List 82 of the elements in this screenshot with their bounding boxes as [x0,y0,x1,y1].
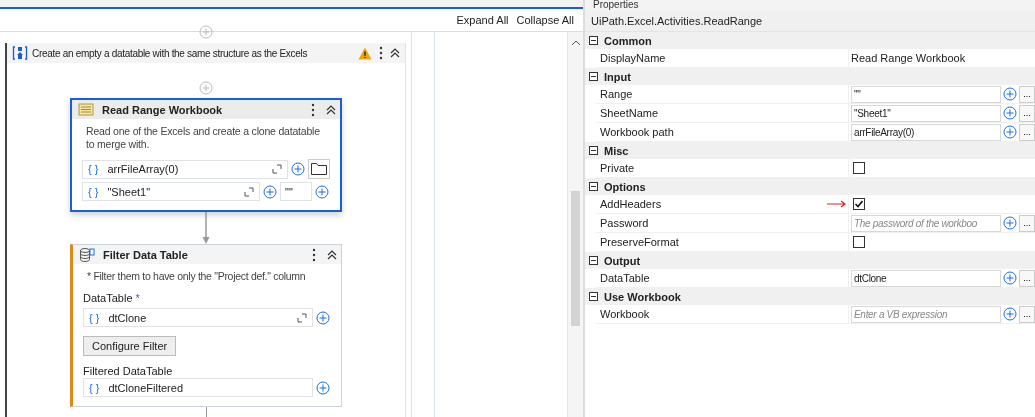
connector-arrow [202,212,210,244]
property-value: Read Range Workbook [851,52,966,64]
more-options-icon[interactable] [312,247,316,262]
browse-button[interactable]: ... [1019,214,1035,232]
collapse-toggle-icon[interactable] [589,256,598,265]
category-label: Output [604,254,641,267]
collapse-icon[interactable] [327,249,337,260]
expression-field[interactable]: "" [280,182,312,201]
toolbar-button[interactable]: Expand All [453,14,512,26]
add-variable-icon[interactable] [263,184,277,199]
spreadsheet-icon [78,102,94,117]
category-label: Common [604,34,652,47]
more-options-icon[interactable] [311,102,315,117]
add-variable-icon[interactable] [315,184,329,199]
activity-title: Read Range Workbook [102,103,224,116]
sequence-title: Create an empty a datatable with the same structure as the Excels [32,47,309,59]
collapse-toggle-icon[interactable] [589,72,598,81]
toolbar-button[interactable]: Collapse All [513,14,577,26]
browse-button[interactable]: ... [1019,123,1035,141]
property-field[interactable]: The password of the workboo [851,214,1001,232]
add-variable-icon[interactable] [1003,216,1017,230]
expression-field[interactable]: { } dtClone [83,308,313,327]
property-field[interactable]: dtClone [851,269,1001,287]
activity-annotation: * Filter them to have only the "Project def." column [86,270,307,282]
required-mark: * [135,292,140,304]
activity-type: UiPath.Excel.Activities.ReadRange [585,11,1035,32]
property-label: Range [600,88,633,100]
category-label: Input [604,70,631,83]
scroll-up-icon[interactable] [570,40,581,46]
property-label: Private [600,162,635,174]
checkbox[interactable] [853,162,865,174]
collapse-toggle-icon[interactable] [589,182,598,191]
property-field[interactable]: Enter a VB expression [851,305,1001,323]
sequence-icon [12,45,28,61]
activity-annotation: Read one of the Excels and create a clone datatable to merge with. [85,125,321,151]
property-label: Workbook [600,308,650,320]
property-field[interactable]: arrFileArray(0) [851,123,1001,141]
browse-button[interactable]: ... [1019,305,1035,323]
collapse-toggle-icon[interactable] [589,292,598,301]
add-variable-icon[interactable] [1003,271,1017,285]
collapse-icon[interactable] [326,104,336,115]
more-options-icon[interactable] [379,46,383,60]
add-variable-icon[interactable] [291,162,305,176]
field-label: DataTable [83,292,133,304]
property-label: PreserveFormat [600,236,679,248]
property-label: Password [600,217,649,229]
expression-field[interactable]: { } arrFileArray(0) [82,159,288,179]
panel-title: Properties [585,0,1035,11]
folder-icon[interactable] [308,159,330,179]
activity-card[interactable]: Read Range Workbook Read one of the Excels and create a clone datatable to merge with. { } arrFileArray(0) { } "Sheet1" "" [70,98,342,212]
category-label: Options [604,180,646,193]
category-label: Use Workbook [604,290,681,303]
collapse-toggle-icon[interactable] [589,36,598,45]
add-variable-icon[interactable] [1003,125,1017,139]
configure-filter-button[interactable]: Configure Filter [83,336,177,356]
add-variable-icon[interactable] [1003,87,1017,101]
property-label: AddHeaders [600,198,662,210]
property-label: SheetName [600,107,659,119]
property-label: DataTable [600,272,650,284]
add-variable-icon[interactable] [1003,307,1017,321]
browse-button[interactable]: ... [1019,85,1035,103]
category-label: Misc [604,144,629,157]
property-label: Workbook path [600,126,674,138]
activity-card[interactable]: Filter Data Table * Filter them to have only the "Project def." column DataTable * { } dtClone Configure Filter Filtered DataTable { } dtCloneFiltered [70,244,342,407]
checkbox[interactable] [853,198,865,210]
property-field[interactable]: "" [851,85,1001,103]
browse-button[interactable]: ... [1019,104,1035,122]
property-label: DisplayName [600,52,666,64]
add-variable-icon[interactable] [1003,106,1017,120]
database-icon [79,246,95,263]
expression-field[interactable]: { } dtCloneFiltered [83,378,313,397]
add-variable-icon[interactable] [316,380,330,395]
scrollbar-thumb[interactable] [571,191,580,326]
expression-field[interactable]: { } "Sheet1" [82,182,260,201]
activity-title: Filter Data Table [103,248,189,261]
add-variable-icon[interactable] [316,310,330,325]
collapse-toggle-icon[interactable] [589,146,598,155]
property-field[interactable]: "Sheet1" [851,104,1001,122]
browse-button[interactable]: ... [1019,269,1035,287]
checkbox[interactable] [853,236,865,248]
field-label: Filtered DataTable [83,365,174,377]
collapse-icon[interactable] [390,48,400,58]
